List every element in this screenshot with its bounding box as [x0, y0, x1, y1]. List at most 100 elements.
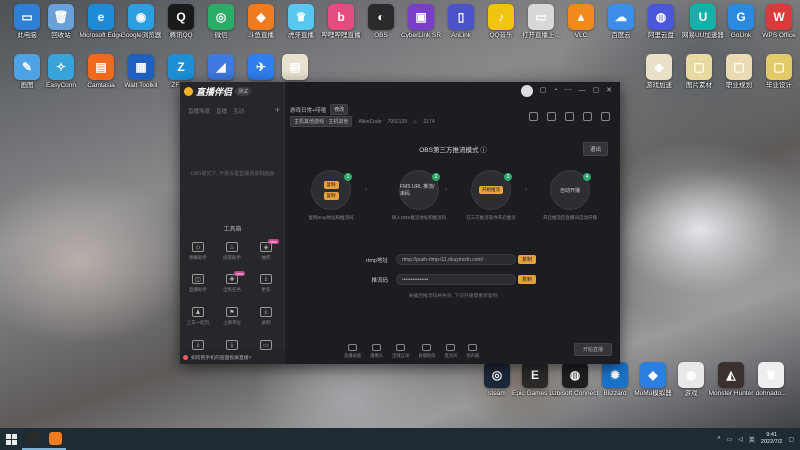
copy-stream-key-button[interactable]: 复制	[518, 275, 537, 284]
toolbar-button[interactable]: 扬声器	[466, 343, 479, 359]
desktop-icon[interactable]: ◍ 阿里云盘	[638, 4, 684, 39]
new-badge: new	[233, 271, 245, 276]
tool-icon: ⤓	[260, 274, 272, 284]
tab-interact[interactable]: 互动	[233, 107, 244, 115]
tab-live[interactable]: 直播	[216, 107, 227, 115]
help-icon[interactable]: ⓘ	[480, 147, 487, 154]
desktop-icon[interactable]: ▢ 毕业设计	[756, 54, 800, 89]
notification-icon[interactable]	[583, 112, 592, 121]
desktop-app-icon: ▤	[88, 54, 114, 80]
tool-item[interactable]: ⤓	[217, 340, 247, 350]
tool-item[interactable]: ◇ 弹幕助手	[183, 242, 213, 261]
stream-key-tip: 关播后推流码将失效, 下次开播需重新复制	[408, 294, 498, 299]
tool-label: 上榜带位	[223, 320, 241, 325]
step-arrow-icon: ›	[525, 187, 527, 193]
settings-icon[interactable]	[565, 112, 574, 121]
live-code-label: AllenCode	[358, 118, 382, 125]
desktop-app-icon: ▤	[282, 54, 308, 80]
volume-icon[interactable]: ◁	[738, 436, 743, 443]
start-button[interactable]	[0, 428, 22, 450]
add-scene-button[interactable]: +	[275, 105, 280, 115]
obs-icon	[26, 431, 40, 445]
notification-center-icon[interactable]: ▢	[788, 436, 794, 443]
room-info-row: 主机其他游戏 · 主机其他 AllenCode 7992139 ♨ 2174	[290, 116, 435, 127]
desktop-app-icon: ◭	[718, 362, 744, 388]
tool-item[interactable]: ◫ 直播助手	[183, 274, 213, 293]
lock-icon[interactable]: ▢	[540, 86, 547, 94]
toolbar-button[interactable]: 直播画面	[344, 343, 361, 359]
rtmp-field[interactable]: rtmp://push-rtmp-l11.douyincdn.com/	[396, 254, 516, 265]
tab-scene[interactable]: 直播场景	[188, 107, 210, 115]
start-live-button[interactable]: 开始直播	[573, 343, 612, 356]
desktop-app-icon: ▲	[568, 4, 594, 30]
gift-icon[interactable]	[547, 112, 556, 121]
desktop-app-icon: E	[522, 362, 548, 388]
network-icon[interactable]: ▭	[727, 436, 733, 443]
ime-indicator[interactable]: 英	[749, 435, 755, 444]
desktop-app-icon: ▭	[14, 4, 40, 30]
chevron-up-icon[interactable]: ˄	[717, 436, 721, 442]
tool-item[interactable]: ⤓ 更多	[251, 274, 281, 293]
room-title: 游戏日常+唠嗑	[290, 107, 327, 114]
copy-rtmp-button[interactable]: 复制	[518, 255, 537, 264]
tool-item[interactable]: ♟ 上车一起玩	[183, 307, 213, 326]
room-tool-icons	[529, 112, 610, 121]
stream-key-field[interactable]: •••••••••••••••	[396, 274, 516, 285]
toolbar-label: 麦克风	[444, 352, 458, 358]
new-badge: new	[267, 239, 279, 244]
taskbar-app-live-companion[interactable]	[44, 428, 66, 450]
desktop-app-icon: ✎	[14, 54, 40, 80]
clock[interactable]: 9:41 2022/7/2	[761, 432, 782, 446]
desktop-app-icon: ◍	[648, 4, 674, 30]
exit-obs-button[interactable]: 退出	[582, 142, 608, 156]
mirror-notice[interactable]: 如何把手机的画面投屏直播?	[180, 350, 285, 364]
desktop-app-icon: ▢	[686, 54, 712, 80]
step-button[interactable]: 开始推流	[479, 186, 503, 194]
toolbar-button[interactable]: 连线互动	[392, 343, 409, 359]
share-room-icon[interactable]	[601, 112, 610, 121]
tool-icon: ▭	[260, 340, 272, 350]
category-button[interactable]: 主机其他游戏 · 主机其他	[290, 116, 353, 127]
desktop-icon[interactable]: W WPS Office	[756, 4, 800, 39]
step-number: 4	[583, 173, 591, 181]
version-badge[interactable]: 测试	[235, 87, 252, 96]
close-icon[interactable]: ✕	[606, 86, 612, 94]
room-title-row: 游戏日常+唠嗑 修改	[290, 104, 349, 115]
tool-label: 抽奖	[261, 255, 271, 260]
step-caption: 在三方推流软件开启推流	[466, 215, 516, 220]
desktop-icon-label: dohnado...	[755, 390, 787, 397]
share-icon[interactable]: ⋯	[565, 86, 572, 94]
maximize-icon[interactable]: ▢	[593, 86, 600, 94]
toolbar-button[interactable]: 麦克风	[444, 343, 458, 359]
tool-label: 上车一起玩	[186, 320, 210, 325]
toolbar-label: 摄像头	[370, 352, 384, 358]
tool-item[interactable]: ⚑ 上榜带位	[217, 307, 247, 326]
lock-room-icon[interactable]	[529, 112, 538, 121]
step-button[interactable]: 复制	[323, 180, 339, 189]
taskbar-app-obs[interactable]	[22, 428, 44, 450]
toolbar-button[interactable]: 摄像头	[370, 343, 384, 359]
desktop-icon[interactable]: ♛ dohnado...	[748, 362, 794, 397]
tool-item[interactable]: ✚ 全民任务 new	[217, 271, 247, 293]
stream-key-label: 推流码	[371, 277, 388, 284]
app-name: 直播伴侣	[196, 87, 233, 97]
tool-label: 录制	[261, 320, 271, 325]
step-button[interactable]: 复制	[323, 191, 339, 200]
minimize-icon[interactable]: —	[579, 87, 586, 94]
live-companion-window: 直播伴侣 测试 直播场景 直播 互动 + OBS模式下, 不能设置直播场景和画面…	[180, 82, 620, 364]
toolbar-button[interactable]: 直播贴纸	[418, 343, 435, 359]
tool-item[interactable]: ⤓ 录制	[251, 307, 281, 326]
step-caption: 开启推流后直播间自动开播	[543, 215, 597, 220]
bell-icon[interactable]: ◔	[553, 87, 557, 94]
edit-title-button[interactable]: 修改	[330, 104, 349, 115]
tool-item[interactable]: ◈ 抽奖 new	[251, 239, 281, 261]
live-companion-icon	[48, 431, 62, 445]
tool-item[interactable]: ▭	[251, 340, 281, 350]
tool-item[interactable]: ⤓	[183, 340, 213, 350]
avatar[interactable]	[521, 85, 533, 97]
tool-item[interactable]: ♨ 房管助手	[217, 242, 247, 261]
desktop-app-icon: ▦	[128, 54, 154, 80]
desktop-app-icon: ▣	[408, 4, 434, 30]
desktop-app-icon: ◍	[562, 362, 588, 388]
desktop-app-icon: 🗑	[48, 4, 74, 30]
